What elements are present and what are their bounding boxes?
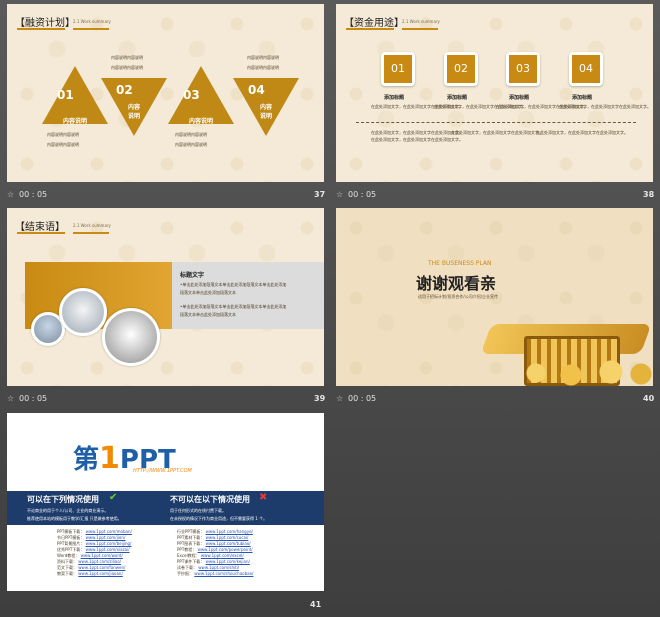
triangle-01-number: 01 [57,88,74,102]
gold-coins [516,360,653,386]
headline: 谢谢观看亲 [416,274,497,293]
transition-star-icon: ☆ [336,394,344,403]
slide-number-41: 41 [310,600,322,609]
photo-circle-medium [59,288,107,336]
box-01: 01 [381,52,415,86]
heading: 标题文字 [180,272,205,279]
cross-icon: ✖ [259,492,268,503]
box-01-label: 添加标题 [384,95,405,101]
box-02-label: 添加标题 [447,95,468,101]
triangle-04-number: 04 [248,83,265,97]
can-item-2: 推荐使用本站的模板用于教学/汇报 只是做参考使用。 [27,516,122,521]
paragraph-line-1: •单击此处添加段落文本单击此处添加段落文本单击此处添加 [180,282,287,287]
title-underline-2 [402,28,438,30]
slide-thumbnail-41[interactable]: 第1PPT HTTP://WWW.1PPT.COM 可以在下列情况使用 ✔ 不可… [7,413,324,591]
cannot-use-title: 不可以在以下情况使用 [170,495,250,504]
slide-title: 【融资计划】 [15,18,75,29]
slide-title: 【结束语】 [15,222,65,233]
box-03-label: 添加标题 [509,95,530,101]
triangle-04-label: 内容 说明 [259,104,272,120]
cannot-item-2: 在未授权的情况下作为商业用途，但不需要获得 1 个。 [170,516,268,521]
slide-number-38: 38 [643,190,655,199]
box-04-number: 04 [572,55,600,83]
body-text-line-2: 在此处添加文字，在此处添加文字在此处添加文字。 [371,137,463,142]
title-underline [17,232,65,234]
slide-37-meta: ☆ 00 : 05 [7,187,324,203]
transition-star-icon: ☆ [7,394,15,403]
body-text-line-1: 在此处添加文字，在此处添加文字在此处添加文字。 [371,130,463,135]
box-01-number: 01 [384,55,412,83]
photo-circle-large [102,308,160,366]
slide-title: 【资金用途】 [344,18,404,29]
links-right: 行业PPT模板： www.1ppt.com/hangye/ PPT素材下载： w… [177,529,307,577]
triangle-02-number: 02 [116,83,133,97]
triangle-03-number: 03 [183,88,200,102]
subheadline: 适用于招标计划/投资合作/公司介绍/企业宣传 [418,294,499,299]
logo-prefix: 第 [73,445,100,475]
box-04-text-1: 在此处添加文字，在此处添加文字在此处添加文字。 [559,104,651,109]
slide-thumbnail-39[interactable]: 【结束语】 2.1 Work summary 标题文字 •单击此处添加段落文本单… [7,208,324,386]
slide-number-40: 40 [643,394,655,403]
transition-star-icon: ☆ [336,190,344,199]
slide-40-meta: ☆ 00 : 05 [336,391,653,407]
triangle-02-note-2: 内容说明内容说明 [111,65,143,70]
paragraph-line-2: 段落文本单击此处添加段落文本 [180,290,236,295]
check-icon: ✔ [109,492,118,503]
slide-thumbnail-40[interactable]: THE BUSENESS PLAN 谢谢观看亲 适用于招标计划/投资合作/公司介… [336,208,653,386]
triangle-02-note-1: 内容说明内容说明 [111,55,143,60]
triangle-03-label: 内容说明 [188,118,213,125]
slide-38-meta: ☆ 00 : 05 [336,187,653,203]
paragraph-line-4: 段落文本单击此处添加段落文本 [180,312,236,317]
triangle-01-label: 内容说明 [62,118,87,125]
box-02-number: 02 [447,55,475,83]
triangle-04-note-1: 内容说明内容说明 [247,55,279,60]
link-right-8[interactable]: 手抄报： www.1ppt.com/shouchaobao/ [177,571,307,577]
cannot-item-1: 用于任何形式的在线付费下载。 [170,508,226,513]
slide-pattern [336,4,653,182]
triangle-01-note-1: 内容说明内容说明 [47,132,79,137]
body-text-line-3: 在此处添加文字，在此处添加文字在此处添加文字。 [451,130,543,135]
triangle-01-note-2: 内容说明内容说明 [47,142,79,147]
can-use-title: 可以在下列情况使用 [27,495,99,504]
transition-star-icon: ☆ [7,190,15,199]
triangle-03-note-2: 内容说明内容说明 [175,142,207,147]
title-underline [346,28,394,30]
body-text-line-4: 在此处添加文字，在此处添加文字在此处添加文字。 [536,130,628,135]
box-03: 03 [506,52,540,86]
box-03-number: 03 [509,55,537,83]
logo-url: HTTP://WWW.1PPT.COM [133,468,192,474]
logo-number: 1 [99,441,120,476]
links-left: PPT模板下载： www.1ppt.com/moban/ 节日PPT模板： ww… [57,529,167,577]
box-04: 04 [569,52,603,86]
link-left-8[interactable]: 教案下载： www.1ppt.com/jiaoan/ [57,571,167,577]
slide-39-meta: ☆ 00 : 05 [7,391,324,407]
slide-time: 00 : 05 [19,190,48,199]
kicker: THE BUSENESS PLAN [428,260,492,267]
can-item-1: 不论商业的用于个人/公司、企业的商业演示。 [27,508,109,513]
slide-thumbnail-37[interactable]: 【融资计划】 2.1 Work summary 01 内容说明 内容说明内容说明… [7,4,324,182]
slide-subtitle: 2.1 Work summary [402,19,440,24]
title-underline-2 [73,232,109,234]
box-02: 02 [444,52,478,86]
triangle-02-label: 内容 说明 [127,104,140,120]
box-04-label: 添加标题 [572,95,593,101]
slide-time: 00 : 05 [19,394,48,403]
triangle-04-note-2: 内容说明内容说明 [247,65,279,70]
slide-subtitle: 2.1 Work summary [73,223,111,228]
slide-number-37: 37 [314,190,326,199]
divider-dashed [356,122,636,123]
slide-time: 00 : 05 [348,190,377,199]
slide-number-39: 39 [314,394,326,403]
slide-subtitle: 2.1 Work summary [73,19,111,24]
paragraph-line-3: •单击此处添加段落文本单击此处添加段落文本单击此处添加 [180,304,287,309]
triangle-03-note-1: 内容说明内容说明 [175,132,207,137]
slide-time: 00 : 05 [348,394,377,403]
title-underline-2 [73,28,109,30]
title-underline [17,28,65,30]
slide-thumbnail-38[interactable]: 【资金用途】 2.1 Work summary 01 02 03 04 添加标题… [336,4,653,182]
